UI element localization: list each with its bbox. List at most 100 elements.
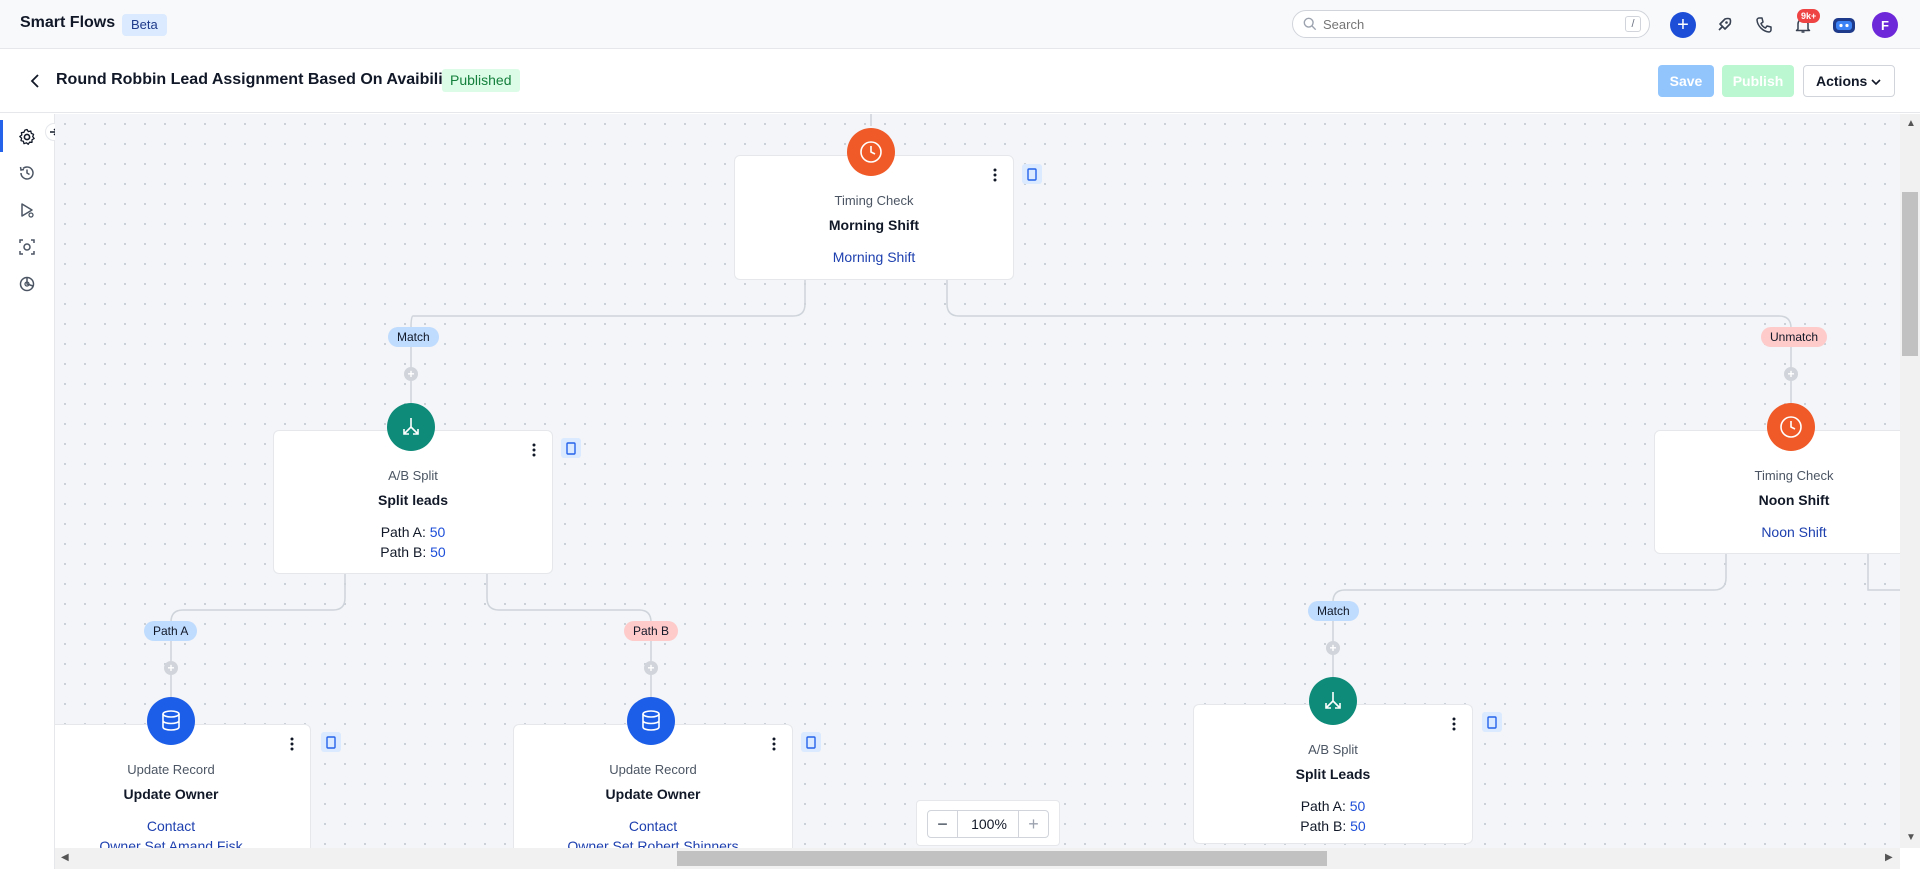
node-link-action[interactable]: Owner Set Amand Fisk bbox=[55, 836, 310, 848]
node-paths: Path A: 50 Path B: 50 bbox=[274, 522, 552, 562]
flow-canvas[interactable]: Timing Check Morning Shift Morning Shift… bbox=[55, 114, 1900, 848]
path-a-branch-label: Path A bbox=[144, 621, 198, 641]
assistant-bot-icon[interactable] bbox=[1831, 12, 1857, 38]
search-shortcut: / bbox=[1625, 16, 1641, 32]
node-name: Morning Shift bbox=[828, 217, 920, 233]
node-type: Update Record bbox=[127, 762, 215, 777]
node-type: Timing Check bbox=[834, 193, 914, 208]
copy-node-icon[interactable] bbox=[1022, 164, 1042, 184]
node-type: Update Record bbox=[609, 762, 697, 777]
kebab-menu-icon[interactable] bbox=[1448, 715, 1460, 733]
node-name: Split leads bbox=[377, 492, 449, 508]
path-a-value: 50 bbox=[1349, 798, 1366, 814]
vertical-scroll-thumb[interactable] bbox=[1902, 192, 1918, 356]
path-a-value: 50 bbox=[429, 524, 446, 540]
scan-icon[interactable] bbox=[16, 236, 38, 258]
node-link-action[interactable]: Owner Set Robert Shinners bbox=[514, 836, 792, 848]
rail-active-indicator bbox=[0, 120, 3, 152]
kebab-menu-icon[interactable] bbox=[768, 735, 780, 753]
node-type: A/B Split bbox=[388, 468, 438, 483]
clock-icon bbox=[847, 128, 895, 176]
zoom-group: − 100% + bbox=[927, 810, 1049, 838]
node-update-owner-1[interactable]: Update Record Update Owner Contact Owner… bbox=[55, 724, 311, 848]
page-title: Round Robbin Lead Assignment Based On Av… bbox=[56, 71, 457, 88]
path-b-value: 50 bbox=[430, 544, 446, 560]
rocket-icon[interactable] bbox=[1711, 12, 1737, 38]
left-rail bbox=[0, 114, 55, 869]
actions-label: Actions bbox=[1816, 73, 1868, 89]
add-step-button[interactable]: + bbox=[644, 661, 658, 675]
publish-button[interactable]: Publish bbox=[1722, 65, 1794, 97]
zoom-out-button[interactable]: − bbox=[928, 811, 958, 837]
copy-node-icon[interactable] bbox=[801, 732, 821, 752]
scroll-up-arrow-icon[interactable]: ▲ bbox=[1906, 118, 1916, 129]
node-link[interactable]: Morning Shift bbox=[735, 247, 1013, 267]
copy-node-icon[interactable] bbox=[1482, 712, 1502, 732]
node-link-object[interactable]: Contact bbox=[514, 816, 792, 836]
search-input[interactable] bbox=[1323, 14, 1613, 34]
copy-node-icon[interactable] bbox=[561, 438, 581, 458]
node-type: A/B Split bbox=[1308, 742, 1358, 757]
node-link-object[interactable]: Contact bbox=[55, 816, 310, 836]
database-icon bbox=[147, 697, 195, 745]
vertical-scrollbar[interactable]: ▲ ▼ bbox=[1900, 114, 1920, 848]
search-box[interactable]: / bbox=[1292, 10, 1650, 38]
node-name: Update Owner bbox=[123, 786, 219, 802]
kebab-menu-icon[interactable] bbox=[286, 735, 298, 753]
horizontal-scrollbar[interactable]: ◀ ▶ bbox=[55, 848, 1900, 869]
add-step-button[interactable]: + bbox=[404, 367, 418, 381]
node-timing-check-noon[interactable]: Timing Check Noon Shift Noon Shift bbox=[1654, 430, 1900, 554]
node-ab-split-leads-2[interactable]: A/B Split Split Leads Path A: 50 Path B:… bbox=[1193, 704, 1473, 844]
horizontal-scroll-thumb[interactable] bbox=[677, 851, 1327, 866]
path-b-value: 50 bbox=[1350, 818, 1366, 834]
node-paths: Path A: 50 Path B: 50 bbox=[1194, 796, 1472, 836]
chevron-down-icon bbox=[1871, 79, 1881, 86]
match-label: Match bbox=[1308, 601, 1359, 621]
path-a-label: Path A: bbox=[1300, 798, 1346, 814]
copy-node-icon[interactable] bbox=[321, 732, 341, 752]
path-b-branch-label: Path B bbox=[624, 621, 679, 641]
path-b-label: Path B: bbox=[380, 544, 427, 560]
save-button[interactable]: Save bbox=[1658, 65, 1714, 97]
database-icon bbox=[627, 697, 675, 745]
phone-icon[interactable] bbox=[1751, 12, 1777, 38]
search-icon bbox=[1303, 17, 1317, 31]
scroll-right-arrow-icon[interactable]: ▶ bbox=[1885, 852, 1893, 863]
top-bar: Smart Flows Beta / + 9k+ F bbox=[0, 0, 1920, 49]
zoom-level: 100% bbox=[971, 816, 1007, 832]
kebab-menu-icon[interactable] bbox=[528, 441, 540, 459]
split-icon bbox=[387, 403, 435, 451]
history-icon[interactable] bbox=[16, 162, 38, 184]
unmatch-label: Unmatch bbox=[1761, 327, 1828, 347]
path-a-label: Path A: bbox=[380, 524, 426, 540]
app-title: Smart Flows bbox=[20, 14, 116, 31]
add-button[interactable]: + bbox=[1670, 12, 1696, 38]
user-avatar[interactable]: F bbox=[1872, 12, 1898, 38]
path-b-label: Path B: bbox=[1300, 818, 1347, 834]
beta-badge: Beta bbox=[122, 14, 167, 36]
settings-icon[interactable] bbox=[16, 126, 38, 148]
match-label: Match bbox=[388, 327, 439, 347]
add-step-button[interactable]: + bbox=[1784, 367, 1798, 381]
node-name: Update Owner bbox=[605, 786, 701, 802]
node-link[interactable]: Noon Shift bbox=[1655, 522, 1900, 542]
node-type: Timing Check bbox=[1754, 468, 1834, 483]
split-icon bbox=[1309, 677, 1357, 725]
scroll-left-arrow-icon[interactable]: ◀ bbox=[61, 852, 69, 863]
node-name: Noon Shift bbox=[1758, 492, 1830, 508]
test-run-icon[interactable] bbox=[16, 199, 38, 221]
node-ab-split-leads[interactable]: A/B Split Split leads Path A: 50 Path B:… bbox=[273, 430, 553, 574]
node-name: Split Leads bbox=[1295, 766, 1371, 782]
notification-badge: 9k+ bbox=[1797, 9, 1821, 23]
analytics-icon[interactable] bbox=[16, 273, 38, 295]
kebab-menu-icon[interactable] bbox=[989, 166, 1001, 184]
add-step-button[interactable]: + bbox=[164, 661, 178, 675]
back-arrow-icon[interactable] bbox=[26, 71, 46, 91]
flow-header: Round Robbin Lead Assignment Based On Av… bbox=[0, 49, 1920, 113]
add-step-button[interactable]: + bbox=[1326, 641, 1340, 655]
actions-dropdown[interactable]: Actions bbox=[1803, 65, 1895, 97]
zoom-in-button[interactable]: + bbox=[1018, 811, 1048, 837]
scroll-down-arrow-icon[interactable]: ▼ bbox=[1906, 832, 1916, 843]
clock-icon bbox=[1767, 403, 1815, 451]
zoom-control: − 100% + bbox=[916, 800, 1060, 846]
